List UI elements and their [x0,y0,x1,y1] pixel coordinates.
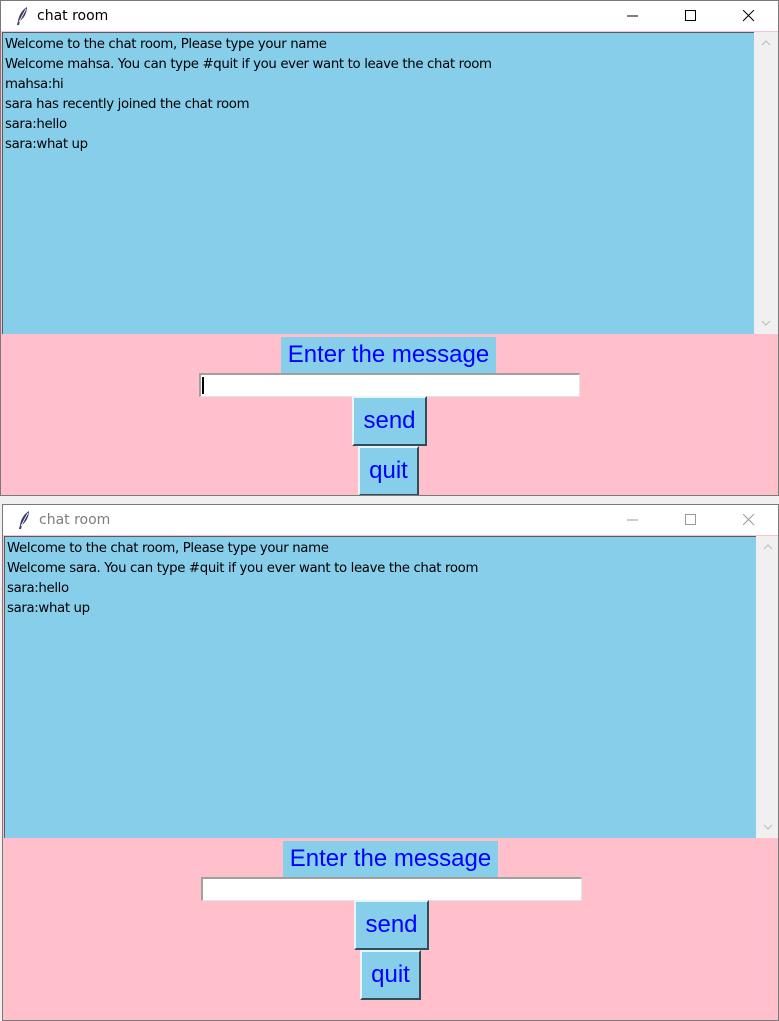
chat-message: Welcome mahsa. You can type #quit if you… [5,57,492,72]
maximize-icon [685,10,696,21]
chat-message: sara:what up [7,601,90,616]
feather-icon [17,7,27,25]
minimize-button[interactable] [604,505,662,535]
chat-message: Welcome to the chat room, Please type yo… [5,37,327,52]
enter-message-label: Enter the message [283,841,498,877]
close-button[interactable] [720,1,778,31]
text-cursor [202,377,204,394]
feather-icon [19,511,29,529]
maximize-button[interactable] [662,1,720,31]
close-button[interactable] [720,505,778,535]
quit-button[interactable]: quit [358,446,419,495]
scroll-down-button[interactable] [756,818,778,836]
chat-message: Welcome sara. You can type #quit if you … [7,561,479,576]
chevron-down-icon [761,320,771,326]
minimize-button[interactable] [604,1,662,31]
maximize-icon [685,514,696,525]
send-button[interactable]: send [352,396,427,446]
chevron-down-icon [763,824,773,830]
close-icon [743,10,755,22]
scroll-up-button[interactable] [756,538,778,556]
chevron-up-icon [761,40,771,46]
window-title: chat room [37,8,109,24]
quit-button[interactable]: quit [360,950,421,1000]
minimize-icon [627,519,638,521]
close-icon [743,514,755,526]
chat-message: sara has recently joined the chat room [5,97,250,112]
message-input[interactable] [201,877,582,901]
chat-scrollbar[interactable] [754,32,778,334]
title-bar[interactable]: chat room [1,1,778,31]
minimize-icon [627,15,638,17]
chat-message: mahsa:hi [5,77,64,92]
chat-log[interactable]: Welcome to the chat room, Please type yo… [2,32,754,334]
title-bar[interactable]: chat room [3,505,778,535]
scroll-down-button[interactable] [754,314,778,332]
message-input[interactable] [199,373,580,397]
window-title: chat room [39,512,111,528]
chat-window-mahsa: chat room Welcome to the chat room, Plea… [0,0,779,496]
chat-message: Welcome to the chat room, Please type yo… [7,541,329,556]
chat-message: sara:hello [5,117,67,132]
send-button[interactable]: send [354,900,429,950]
chat-log[interactable]: Welcome to the chat room, Please type yo… [4,536,756,838]
chat-window-sara: chat room Welcome to the chat room, Plea… [2,504,779,1021]
chat-message: sara:what up [5,137,88,152]
maximize-button[interactable] [662,505,720,535]
chevron-up-icon [763,544,773,550]
chat-scrollbar[interactable] [756,536,778,838]
enter-message-label: Enter the message [281,337,496,373]
chat-message: sara:hello [7,581,69,596]
scroll-up-button[interactable] [754,34,778,52]
